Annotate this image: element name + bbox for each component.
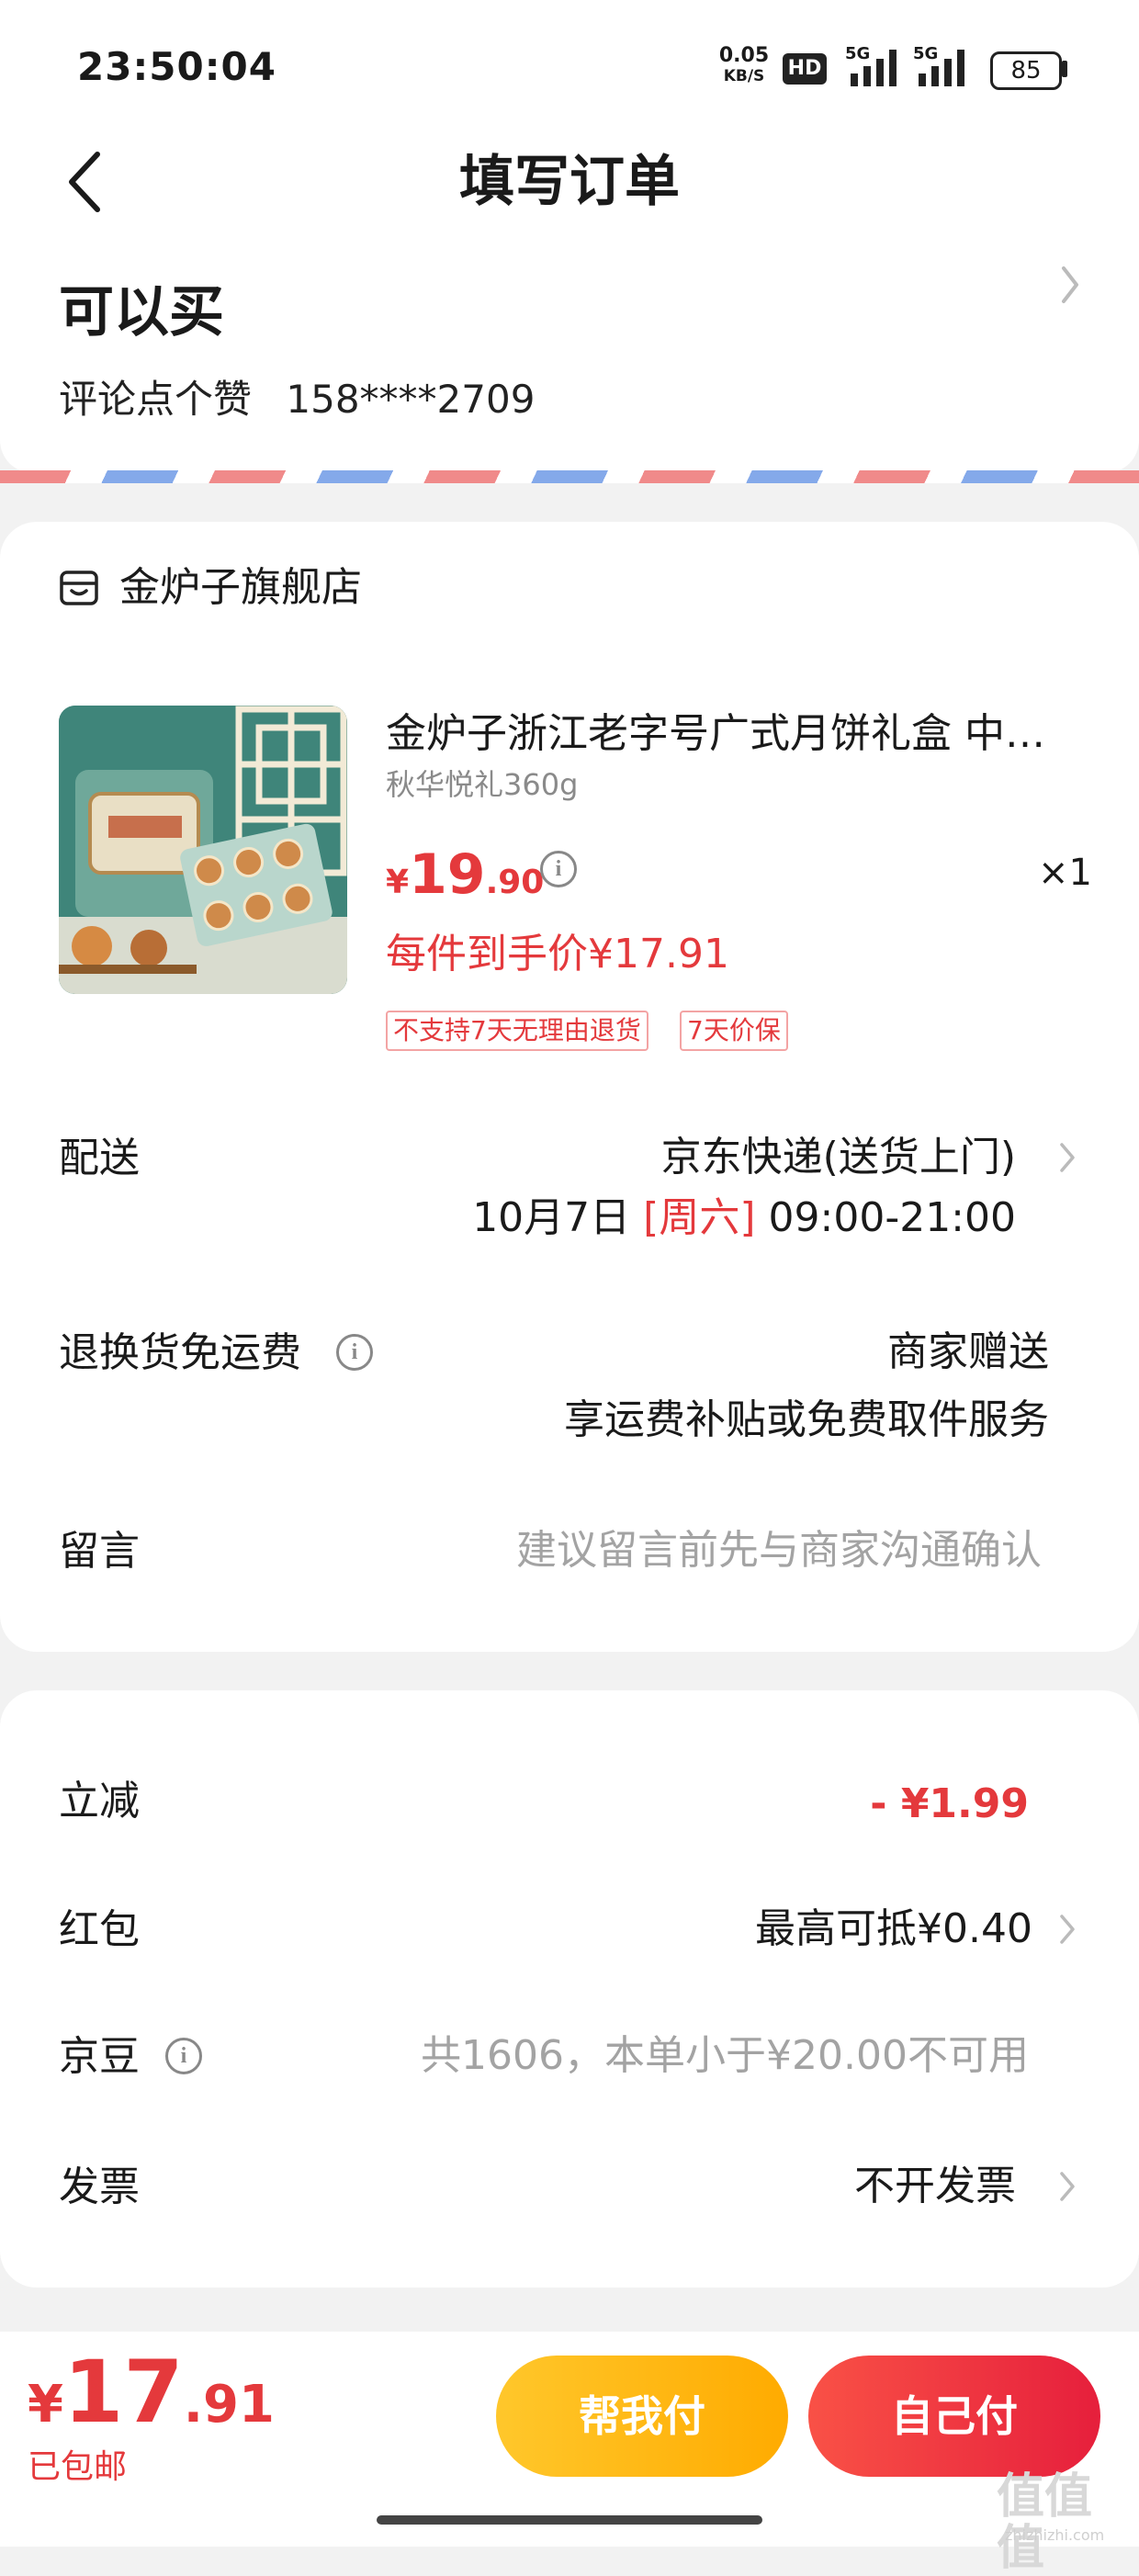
jingdou-info-icon[interactable]: i bbox=[165, 2038, 202, 2074]
unit-price-after-discount: 每件到手价¥17.91 bbox=[386, 931, 729, 977]
network-speed-unit: KB/S bbox=[723, 67, 765, 85]
price-protect-tag: 7天价保 bbox=[680, 1011, 788, 1051]
product-quantity: ×1 bbox=[1038, 852, 1092, 894]
signal-icon-2: 5G bbox=[913, 44, 972, 86]
return-shipping-label: 退换货免运费 bbox=[59, 1329, 301, 1376]
recipient-contact: 评论点个赞 158****2709 bbox=[59, 367, 535, 432]
red-packet-label: 红包 bbox=[59, 1906, 140, 1953]
chevron-right-icon[interactable] bbox=[1056, 257, 1084, 312]
airmail-stripe-divider bbox=[0, 470, 1139, 483]
delivery-date: 10月7日 bbox=[472, 1194, 631, 1241]
no-return-tag: 不支持7天无理由退货 bbox=[386, 1011, 648, 1051]
page-title: 填写订单 bbox=[459, 150, 680, 214]
message-label: 留言 bbox=[59, 1528, 140, 1575]
delivery-window: 09:00-21:00 bbox=[768, 1194, 1016, 1241]
delivery-method[interactable]: 京东快递(送货上门) bbox=[661, 1126, 1016, 1189]
free-shipping-note: 已包邮 bbox=[28, 2448, 128, 2486]
delivery-label: 配送 bbox=[59, 1135, 140, 1181]
recipient-phone: 158****2709 bbox=[286, 377, 536, 422]
signal-icon-1: 5G bbox=[845, 44, 904, 86]
product-price: ¥19.90 bbox=[386, 838, 544, 925]
recipient-name: 可以买 bbox=[59, 280, 224, 345]
self-pay-button[interactable]: 自己付 bbox=[808, 2356, 1100, 2477]
product-title[interactable]: 金炉子浙江老字号广式月饼礼盒 中… bbox=[386, 704, 1066, 764]
invoice-label: 发票 bbox=[59, 2164, 140, 2210]
watermark: 值值值 bbox=[997, 2469, 1093, 2576]
shop-icon[interactable] bbox=[59, 568, 99, 608]
network-speed-value: 0.05 bbox=[718, 44, 770, 67]
instant-discount-label: 立减 bbox=[59, 1778, 140, 1825]
red-packet-value[interactable]: 最高可抵¥0.40 bbox=[755, 1898, 1032, 1960]
invoice-chevron-icon[interactable] bbox=[1056, 2166, 1078, 2207]
return-shipping-info-icon[interactable]: i bbox=[336, 1334, 373, 1371]
battery-icon: 85 bbox=[990, 51, 1062, 90]
return-shipping-value: 商家赠送 bbox=[887, 1328, 1049, 1375]
delivery-time: 10月7日 [周六] 09:00-21:00 bbox=[472, 1187, 1016, 1249]
address-card[interactable] bbox=[0, 239, 1139, 473]
jingdou-label: 京豆 bbox=[59, 2033, 140, 2080]
signal-label-2: 5G bbox=[913, 44, 939, 63]
help-pay-button[interactable]: 帮我付 bbox=[496, 2356, 788, 2477]
product-image[interactable] bbox=[59, 706, 347, 994]
price-info-icon[interactable]: i bbox=[540, 851, 577, 887]
network-speed: 0.05 KB/S bbox=[715, 46, 773, 86]
total-decimal: .91 bbox=[183, 2375, 275, 2435]
price-decimal: .90 bbox=[485, 864, 545, 901]
instant-discount-value: - ¥1.99 bbox=[870, 1780, 1029, 1827]
signal-label-1: 5G bbox=[845, 44, 871, 63]
price-integer: 19 bbox=[409, 842, 486, 907]
delivery-weekday: [周六] bbox=[643, 1194, 756, 1241]
message-input[interactable]: 建议留言前先与商家沟通确认 bbox=[516, 1520, 1042, 1582]
home-indicator[interactable] bbox=[377, 2515, 762, 2525]
total-integer: 17 bbox=[62, 2343, 184, 2443]
red-packet-chevron-icon[interactable] bbox=[1056, 1909, 1078, 1949]
jingdou-value: 共1606，本单小于¥20.00不可用 bbox=[421, 2032, 1029, 2079]
watermark-url: zhizhizhi.com bbox=[1005, 2526, 1105, 2544]
recipient-note: 评论点个赞 bbox=[59, 377, 253, 422]
total-currency: ¥ bbox=[28, 2375, 63, 2435]
product-spec: 秋华悦礼360g bbox=[386, 767, 579, 802]
shop-name[interactable]: 金炉子旗舰店 bbox=[119, 557, 362, 619]
status-time: 23:50:04 bbox=[77, 44, 276, 89]
hd-icon: HD bbox=[783, 53, 827, 85]
price-currency: ¥ bbox=[386, 864, 410, 901]
battery-tip bbox=[1062, 61, 1067, 77]
return-shipping-desc: 享运费补贴或免费取件服务 bbox=[564, 1396, 1049, 1443]
delivery-chevron-icon[interactable] bbox=[1056, 1137, 1078, 1178]
order-card bbox=[0, 522, 1139, 1652]
invoice-value[interactable]: 不开发票 bbox=[854, 2155, 1016, 2218]
